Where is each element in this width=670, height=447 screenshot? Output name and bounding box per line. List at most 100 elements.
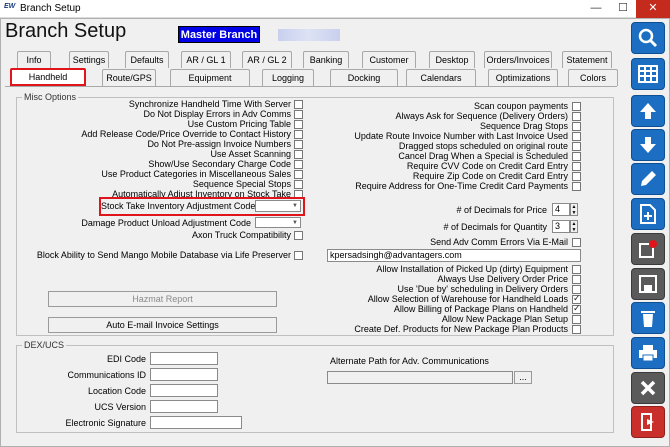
alt-path-label: Alternate Path for Adv. Communications <box>330 356 489 366</box>
tab-customer[interactable]: Customer <box>362 51 416 68</box>
ucs-version-label: UCS Version <box>94 402 146 412</box>
maximize-button[interactable]: ☐ <box>609 0 637 18</box>
exit-icon[interactable] <box>631 406 665 438</box>
arrow-up-icon[interactable] <box>631 95 665 127</box>
special-stops-checkbox[interactable] <box>294 180 303 189</box>
close-button[interactable]: ✕ <box>636 0 670 18</box>
stock-take-select[interactable]: ▼ <box>255 200 301 212</box>
address-checkbox[interactable] <box>572 182 581 191</box>
alt-path-input[interactable] <box>327 371 513 384</box>
block-label: Block Ability to Send Mango Mobile Datab… <box>36 250 291 260</box>
cancel-icon[interactable] <box>631 372 665 404</box>
tab-equipment[interactable]: Equipment <box>170 69 250 86</box>
tab-orders-invoices[interactable]: Orders/Invoices <box>484 51 552 68</box>
check-label: Use Asset Scanning <box>210 149 291 159</box>
check-label: Synchronize Handheld Time With Server <box>128 99 291 109</box>
sync-time-checkbox[interactable] <box>294 100 303 109</box>
electronic-signature-input[interactable] <box>150 416 242 429</box>
cvv-checkbox[interactable] <box>572 162 581 171</box>
axon-checkbox[interactable] <box>294 231 303 240</box>
hazmat-report-button[interactable]: Hazmat Report <box>48 291 277 307</box>
update-route-invoice-checkbox[interactable] <box>572 132 581 141</box>
check-label: Use Custom Pricing Table <box>187 119 291 129</box>
communications-id-label: Communications ID <box>67 370 146 380</box>
communications-id-input[interactable] <box>150 368 218 381</box>
decimals-price-input[interactable]: 4 <box>552 203 570 216</box>
new-document-icon[interactable] <box>631 198 665 230</box>
edi-code-input[interactable] <box>150 352 218 365</box>
tab-colors[interactable]: Colors <box>568 69 618 86</box>
check-label: Dragged stops scheduled on original rout… <box>398 141 568 151</box>
arrow-down-icon[interactable] <box>631 129 665 161</box>
product-categories-checkbox[interactable] <box>294 170 303 179</box>
grid-icon[interactable] <box>631 58 665 90</box>
add-item-icon[interactable] <box>631 233 665 265</box>
auto-email-invoice-button[interactable]: Auto E-mail Invoice Settings <box>48 317 277 333</box>
preassign-invoice-checkbox[interactable] <box>294 140 303 149</box>
tab-divider <box>5 86 617 87</box>
save-icon[interactable] <box>631 268 665 300</box>
page-title: Branch Setup <box>5 20 127 42</box>
billing-package-checkbox[interactable] <box>572 303 581 314</box>
create-def-products-checkbox[interactable] <box>572 325 581 334</box>
custom-pricing-checkbox[interactable] <box>294 120 303 129</box>
tab-desktop[interactable]: Desktop <box>429 51 475 68</box>
secondary-charge-checkbox[interactable] <box>294 160 303 169</box>
price-spinner[interactable]: ▲ ▼ <box>570 203 578 216</box>
qty-spinner[interactable]: ▲ ▼ <box>570 220 578 233</box>
tab-route-gps[interactable]: Route/GPS <box>102 69 156 86</box>
tab-ar-gl-2[interactable]: AR / GL 2 <box>242 51 292 68</box>
tab-ar-gl-1[interactable]: AR / GL 1 <box>181 51 231 68</box>
tab-handheld[interactable]: Handheld <box>10 68 86 86</box>
stock-take-label: Stock Take Inventory Adjustment Code <box>101 201 256 211</box>
no-display-errors-checkbox[interactable] <box>294 110 303 119</box>
delivery-price-checkbox[interactable] <box>572 275 581 284</box>
tab-optimizations[interactable]: Optimizations <box>488 69 558 86</box>
tab-docking[interactable]: Docking <box>330 69 398 86</box>
search-icon[interactable] <box>631 22 665 54</box>
decimals-qty-input[interactable]: 3 <box>552 220 570 233</box>
pencil-icon[interactable] <box>631 163 665 195</box>
tab-statement[interactable]: Statement <box>562 51 612 68</box>
print-icon[interactable] <box>631 337 665 369</box>
release-code-checkbox[interactable] <box>294 130 303 139</box>
zip-checkbox[interactable] <box>572 172 581 181</box>
check-label: Require Address for One-Time Credit Card… <box>355 181 568 191</box>
chevron-down-icon: ▼ <box>292 203 298 209</box>
tab-calendars[interactable]: Calendars <box>406 69 476 86</box>
damage-select[interactable]: ▼ <box>255 217 301 228</box>
package-setup-checkbox[interactable] <box>572 315 581 324</box>
email-input[interactable]: kpersadsingh@advantagers.com <box>327 249 581 262</box>
check-label: Require Zip Code on Credit Card Entry <box>412 171 568 181</box>
check-label: Always Ask for Sequence (Delivery Orders… <box>395 111 568 121</box>
dirty-equipment-checkbox[interactable] <box>572 265 581 274</box>
tab-logging[interactable]: Logging <box>262 69 314 86</box>
cancel-drag-checkbox[interactable] <box>572 152 581 161</box>
ask-sequence-checkbox[interactable] <box>572 112 581 121</box>
tab-info[interactable]: Info <box>17 51 51 68</box>
tab-settings[interactable]: Settings <box>69 51 109 68</box>
electronic-signature-label: Electronic Signature <box>65 418 146 428</box>
scan-coupon-checkbox[interactable] <box>572 102 581 111</box>
check-label: Create Def. Products for New Package Pla… <box>354 324 568 334</box>
tab-defaults[interactable]: Defaults <box>125 51 169 68</box>
check-label: Always Use Delivery Order Price <box>437 274 568 284</box>
block-checkbox[interactable] <box>294 251 303 260</box>
check-label: Show/Use Secondary Charge Code <box>148 159 291 169</box>
send-adv-checkbox[interactable] <box>572 238 581 247</box>
dragged-stops-checkbox[interactable] <box>572 142 581 151</box>
check-label: Use Product Categories in Miscellaneous … <box>101 169 291 179</box>
location-code-input[interactable] <box>150 384 218 397</box>
title-bar: EW Branch Setup — ☐ ✕ <box>0 0 670 18</box>
ucs-version-input[interactable] <box>150 400 218 413</box>
asset-scanning-checkbox[interactable] <box>294 150 303 159</box>
location-code-label: Location Code <box>87 386 146 396</box>
sequence-drag-checkbox[interactable] <box>572 122 581 131</box>
check-label: Do Not Display Errors in Adv Comms <box>143 109 291 119</box>
check-label: Sequence Special Stops <box>192 179 291 189</box>
tab-banking[interactable]: Banking <box>303 51 349 68</box>
browse-button[interactable]: ... <box>514 371 532 384</box>
minimize-button[interactable]: — <box>582 0 610 18</box>
decimals-qty-label: # of Decimals for Quantity <box>443 222 547 232</box>
delete-icon[interactable] <box>631 302 665 334</box>
